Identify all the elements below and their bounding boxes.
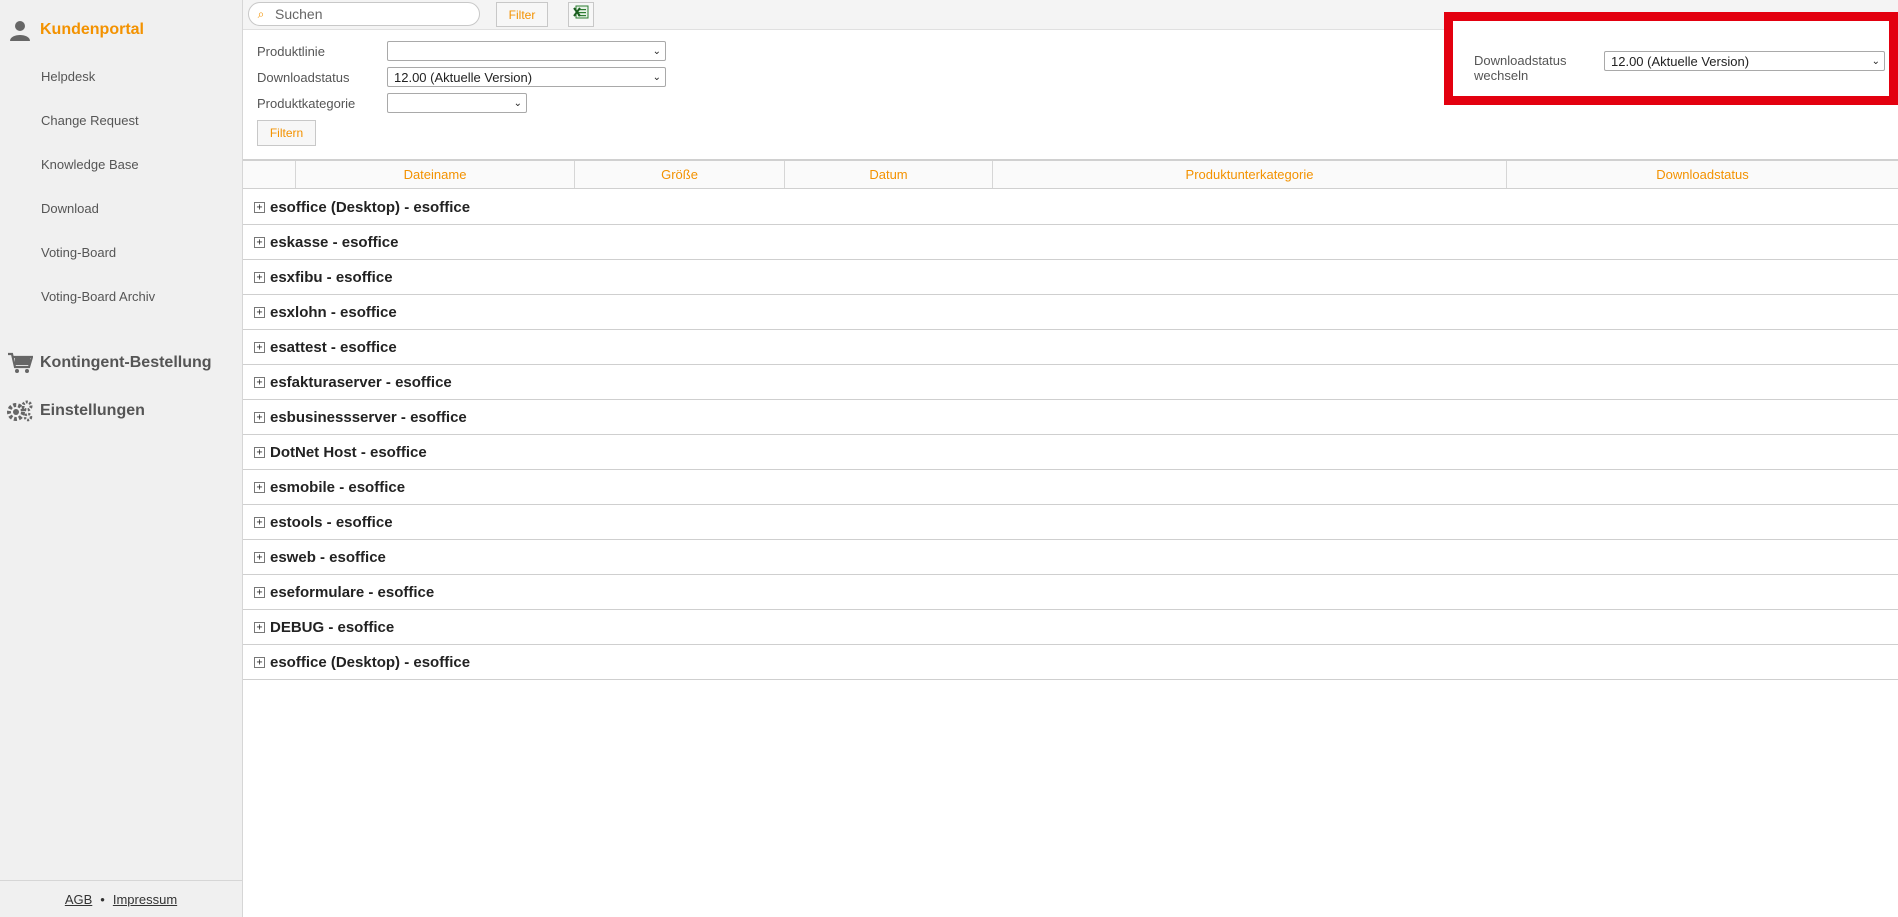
downloadstatus-change-select[interactable]: 12.00 (Aktuelle Version) ⌄ (1604, 51, 1885, 71)
table-row[interactable]: + esbusinessserver - esoffice (243, 400, 1898, 435)
sidebar-section-kontingent[interactable]: Kontingent-Bestellung (0, 347, 212, 379)
table-row[interactable]: + esxfibu - esoffice (243, 260, 1898, 295)
expand-plus-icon[interactable]: + (254, 341, 265, 353)
chevron-down-icon: ⌄ (652, 45, 661, 57)
sidebar-section-kundenportal[interactable]: Kundenportal (0, 14, 144, 46)
user-icon (0, 18, 40, 42)
sidebar-item-knowledge-base[interactable]: Knowledge Base (41, 157, 139, 172)
group-label: esxfibu - esoffice (270, 268, 393, 286)
table-row[interactable]: + eskasse - esoffice (243, 225, 1898, 260)
downloadstatus-change-label: Downloadstatus wechseln (1474, 53, 1567, 83)
shopping-cart-icon (0, 352, 40, 374)
group-label: esweb - esoffice (270, 548, 386, 566)
group-label: esmobile - esoffice (270, 478, 406, 496)
column-header-datum[interactable]: Datum (785, 161, 993, 188)
produktkategorie-label: Produktkategorie (257, 96, 356, 111)
expand-plus-icon[interactable]: + (254, 306, 265, 318)
table-row[interactable]: + esfakturaserver - esoffice (243, 365, 1898, 400)
filtern-button[interactable]: Filtern (257, 120, 316, 146)
table-row[interactable]: + DEBUG - esoffice (243, 610, 1898, 645)
table-row[interactable]: + esoffice (Desktop) - esoffice (243, 645, 1898, 680)
table-header: Dateiname Größe Datum Produktunterkatego… (243, 159, 1898, 189)
sidebar-item-voting-board[interactable]: Voting-Board (41, 245, 116, 260)
excel-export-button[interactable] (568, 2, 594, 27)
sidebar: Kundenportal Helpdesk Change Request Kno… (0, 0, 243, 917)
produktkategorie-select[interactable]: ⌄ (387, 93, 527, 113)
einstellungen-title: Einstellungen (40, 402, 145, 419)
group-label: esattest - esoffice (270, 338, 397, 356)
expand-plus-icon[interactable]: + (254, 271, 265, 283)
group-label: esfakturaserver - esoffice (270, 373, 452, 391)
expand-plus-icon[interactable]: + (254, 446, 265, 458)
sidebar-item-voting-board-archiv[interactable]: Voting-Board Archiv (41, 289, 155, 304)
group-label: eskasse - esoffice (270, 233, 399, 251)
sidebar-item-helpdesk[interactable]: Helpdesk (41, 69, 95, 84)
group-label: esbusinessserver - esoffice (270, 408, 467, 426)
expand-plus-icon[interactable]: + (254, 411, 265, 423)
sidebar-item-download[interactable]: Download (41, 201, 99, 216)
expand-plus-icon[interactable]: + (254, 656, 265, 668)
expand-plus-icon[interactable]: + (254, 481, 265, 493)
group-label: eseformulare - esoffice (270, 583, 435, 601)
chevron-down-icon: ⌄ (652, 71, 661, 83)
table-row[interactable]: + esoffice (Desktop) - esoffice (243, 190, 1898, 225)
footer-separator: • (100, 891, 105, 907)
table-row[interactable]: + esxlohn - esoffice (243, 295, 1898, 330)
table-row[interactable]: + esweb - esoffice (243, 540, 1898, 575)
table-row[interactable]: + DotNet Host - esoffice (243, 435, 1898, 470)
table-row[interactable]: + estools - esoffice (243, 505, 1898, 540)
agb-link[interactable]: AGB (65, 892, 92, 907)
expand-plus-icon[interactable]: + (254, 236, 265, 248)
expand-plus-icon[interactable]: + (254, 551, 265, 563)
table-row[interactable]: + esmobile - esoffice (243, 470, 1898, 505)
produktlinie-select[interactable]: ⌄ (387, 41, 666, 61)
chevron-down-icon: ⌄ (1871, 55, 1880, 67)
gears-icon (0, 399, 40, 423)
downloadstatus-change-panel: Downloadstatus wechseln 12.00 (Aktuelle … (1444, 12, 1898, 105)
downloadstatus-label: Downloadstatus (257, 70, 350, 85)
search-icon: ⌕ (257, 6, 265, 21)
group-label: estools - esoffice (270, 513, 393, 531)
sidebar-item-change-request[interactable]: Change Request (41, 113, 139, 128)
expand-plus-icon[interactable]: + (254, 201, 265, 213)
sidebar-footer: AGB • Impressum (0, 880, 242, 917)
downloadstatus-select[interactable]: 12.00 (Aktuelle Version) ⌄ (387, 67, 666, 87)
search-box[interactable]: ⌕ (248, 2, 480, 26)
column-header-downloadstatus[interactable]: Downloadstatus (1507, 161, 1898, 188)
kundenportal-title: Kundenportal (40, 21, 144, 38)
search-input[interactable] (273, 5, 473, 23)
excel-export-icon (573, 5, 589, 24)
table-row[interactable]: + esattest - esoffice (243, 330, 1898, 365)
expand-plus-icon[interactable]: + (254, 621, 265, 633)
kontingent-title: Kontingent-Bestellung (40, 354, 212, 371)
filter-button[interactable]: Filter (496, 2, 548, 27)
column-header-groesse[interactable]: Größe (575, 161, 785, 188)
group-label: esxlohn - esoffice (270, 303, 397, 321)
impressum-link[interactable]: Impressum (113, 892, 177, 907)
column-header-produktunterkategorie[interactable]: Produktunterkategorie (993, 161, 1507, 188)
downloadstatus-change-value: 12.00 (Aktuelle Version) (1611, 53, 1750, 69)
expand-plus-icon[interactable]: + (254, 516, 265, 528)
table-row[interactable]: + eseformulare - esoffice (243, 575, 1898, 610)
group-label: esoffice (Desktop) - esoffice (270, 653, 471, 671)
column-header-expand (243, 161, 296, 188)
group-label: DEBUG - esoffice (270, 618, 395, 636)
expand-plus-icon[interactable]: + (254, 376, 265, 388)
sidebar-section-einstellungen[interactable]: Einstellungen (0, 395, 145, 427)
chevron-down-icon: ⌄ (513, 97, 522, 109)
group-label: esoffice (Desktop) - esoffice (270, 198, 471, 216)
expand-plus-icon[interactable]: + (254, 586, 265, 598)
downloadstatus-value: 12.00 (Aktuelle Version) (394, 69, 533, 85)
column-header-dateiname[interactable]: Dateiname (296, 161, 575, 188)
table-body: + esoffice (Desktop) - esoffice + eskasse … (243, 190, 1898, 680)
group-label: DotNet Host - esoffice (270, 443, 427, 461)
produktlinie-label: Produktlinie (257, 44, 325, 59)
